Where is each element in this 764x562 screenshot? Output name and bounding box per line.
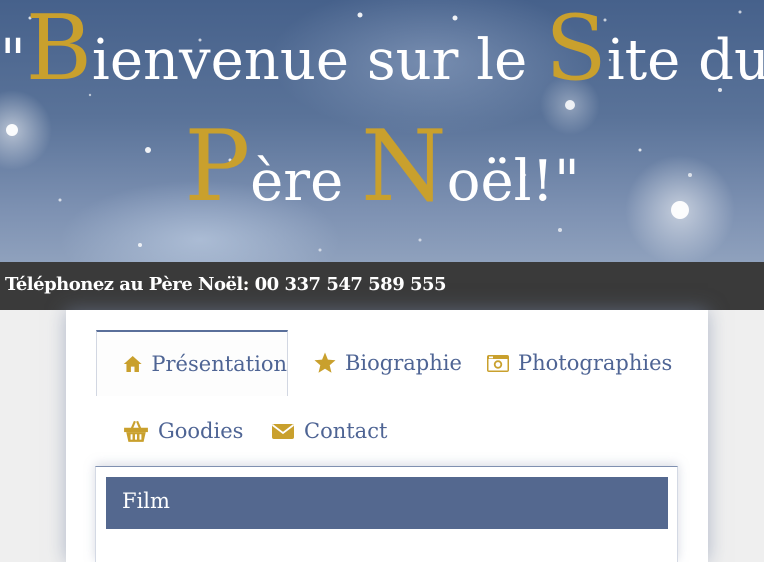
title-open-quote: " (0, 28, 26, 93)
title-capital-b: B (25, 0, 92, 101)
camera-icon (487, 355, 509, 372)
tab-contact[interactable]: Contact (270, 398, 387, 464)
main-card: Présentation Biographie Photographies Go… (66, 310, 708, 562)
star-icon (314, 352, 336, 373)
title-capital-p: P (184, 110, 251, 224)
tab-label: Goodies (158, 419, 244, 443)
tab-content-panel: Film (95, 466, 678, 562)
tab-presentation[interactable]: Présentation (96, 330, 288, 396)
title-capital-n: N (361, 110, 447, 224)
envelope-icon (271, 424, 295, 439)
basket-icon (124, 420, 148, 442)
welcome-title-line-2: Père Noël!" (0, 118, 764, 216)
title-text-3: ère (250, 149, 362, 214)
tab-label: Contact (304, 419, 388, 443)
tab-label: Photographies (518, 351, 673, 375)
phone-number-text: Téléphonez au Père Noël: 00 337 547 589 … (5, 274, 447, 295)
phone-bar: Téléphonez au Père Noël: 00 337 547 589 … (0, 262, 764, 310)
tab-label: Biographie (345, 351, 462, 375)
title-text-1: ienvenue sur le (91, 28, 546, 93)
tab-goodies[interactable]: Goodies (122, 398, 243, 464)
tab-photographies[interactable]: Photographies (486, 330, 672, 396)
title-text-4: oël!" (446, 149, 580, 214)
tab-biographie[interactable]: Biographie (313, 330, 462, 396)
section-heading: Film (106, 477, 668, 529)
welcome-title-line-1: "Bienvenue sur le Site du (0, 4, 764, 94)
header-banner: "Bienvenue sur le Site du Père Noël!" (0, 0, 764, 262)
home-icon (123, 355, 142, 373)
title-text-2: ite du (606, 28, 764, 93)
title-capital-s: S (545, 0, 607, 101)
tab-label: Présentation (151, 352, 287, 376)
